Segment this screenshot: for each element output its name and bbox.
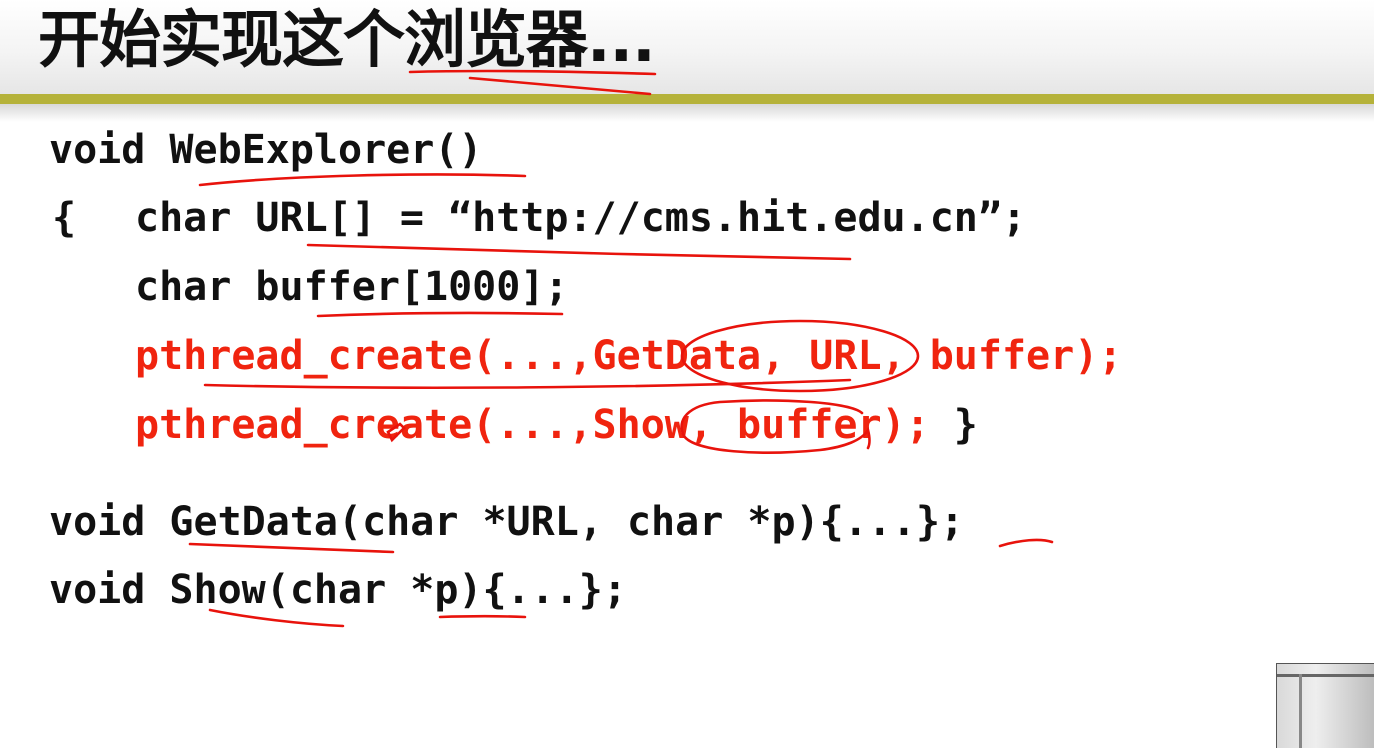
code-close-brace: } [929,402,978,448]
code-line-create-getdata: pthread_create(...,GetData, URL, buffer)… [135,333,1123,379]
code-line-getdata-def: void GetData(char *URL, char *p){...}; [49,499,965,545]
code-create-show-call: pthread_create(...,Show, buffer); [135,402,930,448]
pthread-underline [203,378,852,390]
url-underline [306,243,852,261]
ellipsis-underline [998,538,1054,548]
slide-title: 开始实现这个浏览器... [38,3,656,76]
pointer-p-underline [438,614,527,619]
title-rule-shadow [0,104,1374,122]
code-line-buffer-decl: char buffer[1000]; [135,264,569,310]
webexplorer-underline [198,173,527,187]
code-line-create-show: pthread_create(...,Show, buffer); } [135,401,978,449]
code-line-function-decl: void WebExplorer() [49,127,483,173]
presenter-video-thumbnail [1276,663,1374,748]
code-line-open-brace: { [52,195,77,241]
title-rule [0,94,1374,104]
buffer-underline [316,311,564,318]
slide: 开始实现这个浏览器... void WebExplorer() { char U… [0,0,1374,748]
video-frame-line [1277,674,1374,677]
code-line-show-def: void Show(char *p){...}; [49,567,627,613]
video-frame-post [1299,674,1302,748]
code-line-url-decl: char URL[] = “http://cms.hit.edu.cn”; [135,195,1027,241]
